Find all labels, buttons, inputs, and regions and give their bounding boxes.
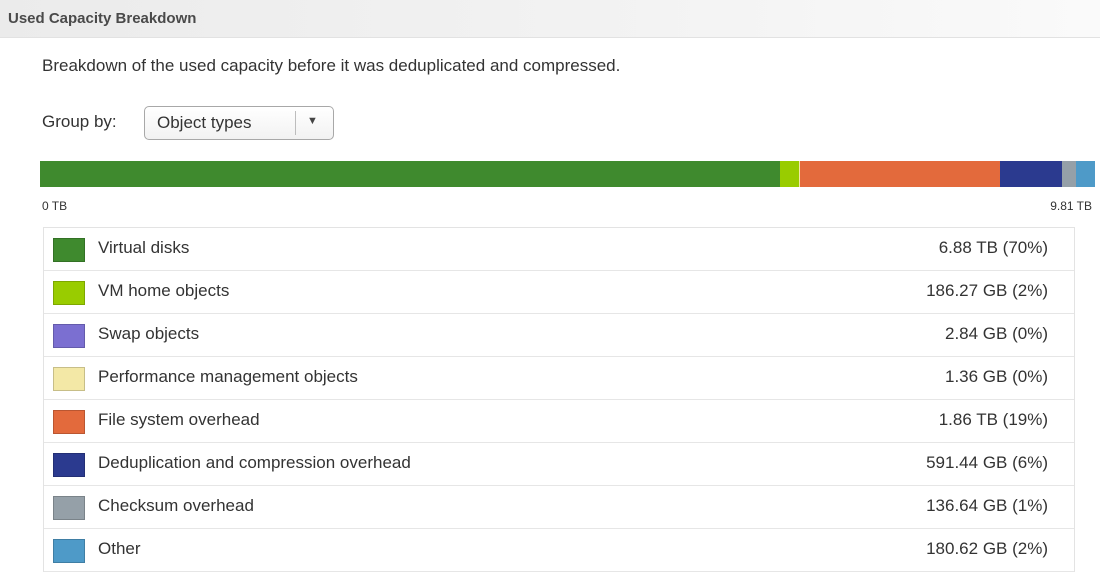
- legend-label: Swap objects: [98, 324, 199, 344]
- legend-value: 6.88 TB (70%): [939, 238, 1048, 258]
- legend-row-swap-objects: Swap objects 2.84 GB (0%): [44, 314, 1074, 357]
- legend-swatch: [53, 453, 85, 477]
- legend-label: File system overhead: [98, 410, 260, 430]
- legend-swatch: [53, 539, 85, 563]
- legend-value: 186.27 GB (2%): [926, 281, 1048, 301]
- legend-value: 1.86 TB (19%): [939, 410, 1048, 430]
- legend-row-other: Other 180.62 GB (2%): [44, 529, 1074, 572]
- axis-min-label: 0 TB: [42, 199, 67, 213]
- chevron-down-icon[interactable]: ▼: [307, 115, 318, 127]
- legend-row-performance-management-objects: Performance management objects 1.36 GB (…: [44, 357, 1074, 400]
- legend-swatch: [53, 324, 85, 348]
- capacity-bar-segment: [800, 161, 1000, 187]
- legend-label: Other: [98, 539, 141, 559]
- legend-row-vm-home-objects: VM home objects 186.27 GB (2%): [44, 271, 1074, 314]
- legend-value: 136.64 GB (1%): [926, 496, 1048, 516]
- section-title: Used Capacity Breakdown: [8, 10, 196, 27]
- group-by-selected-value: Object types: [157, 113, 252, 133]
- capacity-bar: [40, 161, 1095, 187]
- legend-label: Performance management objects: [98, 367, 358, 387]
- axis-max-label: 9.81 TB: [1050, 199, 1092, 213]
- capacity-bar-segment: [780, 161, 800, 187]
- legend-value: 180.62 GB (2%): [926, 539, 1048, 559]
- legend-label: Checksum overhead: [98, 496, 254, 516]
- legend-label: Virtual disks: [98, 238, 189, 258]
- legend-row-file-system-overhead: File system overhead 1.86 TB (19%): [44, 400, 1074, 443]
- legend-row-checksum-overhead: Checksum overhead 136.64 GB (1%): [44, 486, 1074, 529]
- capacity-bar-segment: [1076, 161, 1095, 187]
- legend-label: Deduplication and compression overhead: [98, 453, 411, 473]
- capacity-bar-segment: [1062, 161, 1076, 187]
- legend-swatch: [53, 281, 85, 305]
- legend-row-dedup-compression-overhead: Deduplication and compression overhead 5…: [44, 443, 1074, 486]
- legend-value: 591.44 GB (6%): [926, 453, 1048, 473]
- legend-label: VM home objects: [98, 281, 229, 301]
- legend-table: Virtual disks 6.88 TB (70%) VM home obje…: [43, 227, 1075, 572]
- section-header: Used Capacity Breakdown: [0, 0, 1100, 38]
- group-by-dropdown[interactable]: Object types ▼: [144, 106, 334, 140]
- dropdown-divider: [295, 111, 296, 135]
- legend-swatch: [53, 410, 85, 434]
- capacity-bar-segment: [40, 161, 780, 187]
- legend-swatch: [53, 238, 85, 262]
- group-by-label: Group by:: [42, 112, 117, 132]
- legend-value: 1.36 GB (0%): [945, 367, 1048, 387]
- description-text: Breakdown of the used capacity before it…: [42, 56, 620, 76]
- legend-row-virtual-disks: Virtual disks 6.88 TB (70%): [44, 228, 1074, 271]
- legend-swatch: [53, 496, 85, 520]
- legend-value: 2.84 GB (0%): [945, 324, 1048, 344]
- capacity-bar-segment: [1000, 161, 1062, 187]
- legend-swatch: [53, 367, 85, 391]
